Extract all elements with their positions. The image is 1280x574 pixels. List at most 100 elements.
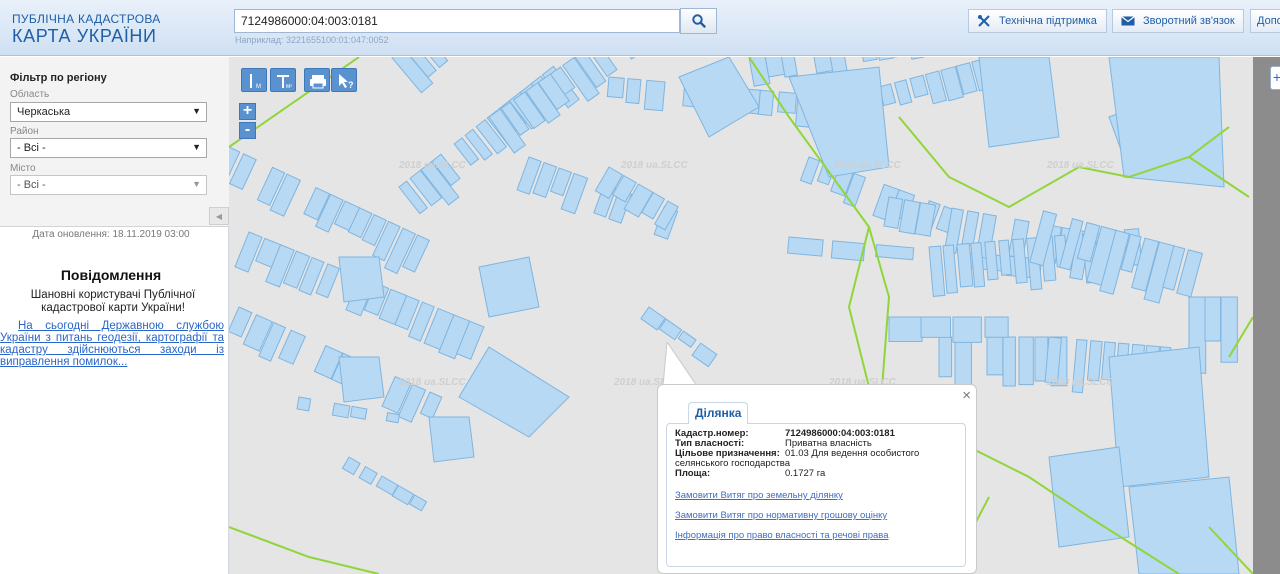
land-parcel[interactable] bbox=[928, 245, 946, 297]
land-parcel[interactable] bbox=[1018, 336, 1034, 386]
tab-parcel[interactable]: Ділянка bbox=[688, 402, 749, 424]
ownership-info-link[interactable]: Інформація про право власності та речові… bbox=[675, 530, 889, 541]
support-label: Технічна підтримка bbox=[999, 15, 1097, 27]
land-parcel[interactable] bbox=[952, 316, 982, 343]
help-button[interactable]: Допомога bbox=[1250, 9, 1280, 33]
land-parcel[interactable] bbox=[234, 231, 263, 273]
tools-icon bbox=[977, 14, 991, 28]
land-parcel[interactable] bbox=[338, 356, 385, 403]
land-parcel[interactable] bbox=[278, 329, 307, 365]
land-parcel[interactable] bbox=[1128, 476, 1240, 574]
land-parcel[interactable] bbox=[349, 405, 368, 420]
land-parcel[interactable] bbox=[984, 316, 1009, 338]
envelope-icon bbox=[1121, 16, 1135, 26]
land-parcel[interactable] bbox=[799, 156, 821, 185]
collapse-sidebar-button[interactable]: ◀ bbox=[209, 207, 229, 225]
rayon-select[interactable]: - Всі - ▼ bbox=[10, 138, 207, 158]
land-parcel[interactable] bbox=[341, 456, 361, 476]
land-parcel[interactable] bbox=[296, 396, 312, 412]
land-parcel[interactable] bbox=[1108, 57, 1225, 188]
land-parcel[interactable] bbox=[909, 74, 929, 99]
land-parcel[interactable] bbox=[643, 79, 666, 112]
measure-area-button[interactable]: M² bbox=[270, 68, 296, 92]
region-filter: Фільтр по регіону Область Черкаська ▼ Ра… bbox=[0, 57, 229, 227]
land-parcel[interactable] bbox=[875, 57, 895, 61]
land-parcel[interactable] bbox=[1086, 340, 1103, 382]
identify-button[interactable]: ? bbox=[331, 68, 357, 92]
update-date: Дата оновлення: 18.11.2019 03:00 bbox=[32, 229, 190, 240]
close-icon[interactable]: × bbox=[962, 387, 971, 404]
land-parcel[interactable] bbox=[1108, 346, 1210, 488]
search-hint: Наприклад: 3221655100:01:047:0052 bbox=[235, 35, 389, 45]
zoom-in-button[interactable]: + bbox=[239, 103, 256, 120]
land-parcel[interactable] bbox=[875, 244, 915, 261]
land-parcel[interactable] bbox=[478, 256, 540, 318]
land-parcel[interactable] bbox=[907, 57, 924, 60]
logo-top: ПУБЛІЧНА КАДАСТРОВА bbox=[12, 12, 161, 26]
order-valuation-link[interactable]: Замовити Витяг про нормативну грошову оц… bbox=[675, 510, 887, 521]
land-parcel[interactable] bbox=[830, 240, 866, 262]
land-parcel[interactable] bbox=[358, 465, 378, 486]
land-parcel[interactable] bbox=[888, 316, 923, 342]
message-title: Повідомлення bbox=[60, 267, 162, 283]
land-parcel[interactable] bbox=[625, 78, 642, 105]
map-canvas[interactable]: 2018 ua.SLCC 2018 ua.SLCC 2018 ua.SLCC 2… bbox=[229, 57, 1253, 574]
misto-label: Місто bbox=[10, 163, 36, 174]
land-parcel[interactable] bbox=[1204, 296, 1222, 342]
land-parcel[interactable] bbox=[920, 316, 951, 338]
parcel-details: Кадастр.номер: 7124986000:04:003:0181 Ти… bbox=[666, 423, 966, 567]
land-parcel[interactable] bbox=[961, 210, 980, 247]
land-parcel[interactable] bbox=[419, 391, 443, 420]
oblast-select[interactable]: Черкаська ▼ bbox=[10, 102, 207, 122]
land-parcel[interactable] bbox=[984, 240, 999, 281]
land-parcel[interactable] bbox=[938, 336, 953, 378]
oblast-value: Черкаська bbox=[17, 106, 71, 118]
land-parcel[interactable] bbox=[978, 57, 1060, 148]
land-parcel[interactable] bbox=[1048, 446, 1130, 548]
land-parcel[interactable] bbox=[612, 57, 640, 60]
boundary-line bbox=[229, 526, 380, 574]
land-parcel[interactable] bbox=[338, 256, 385, 303]
measure-distance-button[interactable]: M bbox=[241, 68, 267, 92]
land-parcel[interactable] bbox=[859, 57, 878, 63]
logo-main[interactable]: КАРТА УКРАЇНИ bbox=[12, 26, 157, 47]
land-parcel[interactable] bbox=[428, 416, 475, 463]
order-extract-link[interactable]: Замовити Витяг про земельну ділянку bbox=[675, 490, 843, 501]
land-parcel[interactable] bbox=[1002, 336, 1016, 387]
feedback-button[interactable]: Зворотний зв'язок bbox=[1112, 9, 1244, 33]
land-parcel[interactable] bbox=[893, 79, 913, 106]
dropdown-arrow-icon: ▼ bbox=[192, 179, 201, 189]
chevron-left-icon: ◀ bbox=[215, 211, 223, 221]
land-parcel[interactable] bbox=[986, 336, 1004, 376]
rayon-value: - Всі - bbox=[17, 142, 46, 154]
zoom-out-button[interactable]: - bbox=[239, 122, 256, 139]
land-parcel[interactable] bbox=[1220, 296, 1238, 363]
support-button[interactable]: Технічна підтримка bbox=[968, 9, 1107, 33]
cursor-question-icon: ? bbox=[339, 74, 354, 90]
svg-text:M²: M² bbox=[286, 84, 292, 90]
watermark: 2018 ua.SLCC bbox=[1047, 160, 1114, 171]
cadastral-search-input[interactable] bbox=[234, 9, 680, 33]
land-parcel[interactable] bbox=[458, 346, 570, 438]
land-parcel[interactable] bbox=[757, 89, 775, 117]
area-ruler-icon: M² bbox=[277, 75, 292, 90]
header: ПУБЛІЧНА КАДАСТРОВА КАРТА УКРАЇНИ Наприк… bbox=[0, 0, 1280, 56]
area-label: Площа: bbox=[675, 468, 711, 479]
print-button[interactable] bbox=[304, 68, 330, 92]
land-parcel[interactable] bbox=[606, 76, 625, 99]
land-parcel[interactable] bbox=[954, 336, 973, 391]
land-parcel[interactable] bbox=[678, 57, 760, 138]
message-link[interactable]: На сьогодні Державною службою України з … bbox=[0, 320, 224, 368]
search-button[interactable] bbox=[680, 8, 717, 34]
land-parcel[interactable] bbox=[812, 57, 834, 74]
misto-select[interactable]: - Всі - ▼ bbox=[10, 175, 207, 195]
land-parcel[interactable] bbox=[787, 236, 824, 257]
land-parcel[interactable] bbox=[331, 402, 351, 419]
filter-title: Фільтр по регіону bbox=[10, 72, 107, 84]
land-parcel[interactable] bbox=[385, 412, 400, 424]
sidebar: Фільтр по регіону Область Черкаська ▼ Ра… bbox=[0, 57, 229, 574]
expand-panel-button[interactable]: + bbox=[1270, 66, 1280, 90]
dropdown-arrow-icon: ▼ bbox=[192, 142, 201, 152]
land-parcel[interactable] bbox=[956, 242, 974, 288]
watermark: 2018 ua.SLCC bbox=[399, 160, 466, 171]
